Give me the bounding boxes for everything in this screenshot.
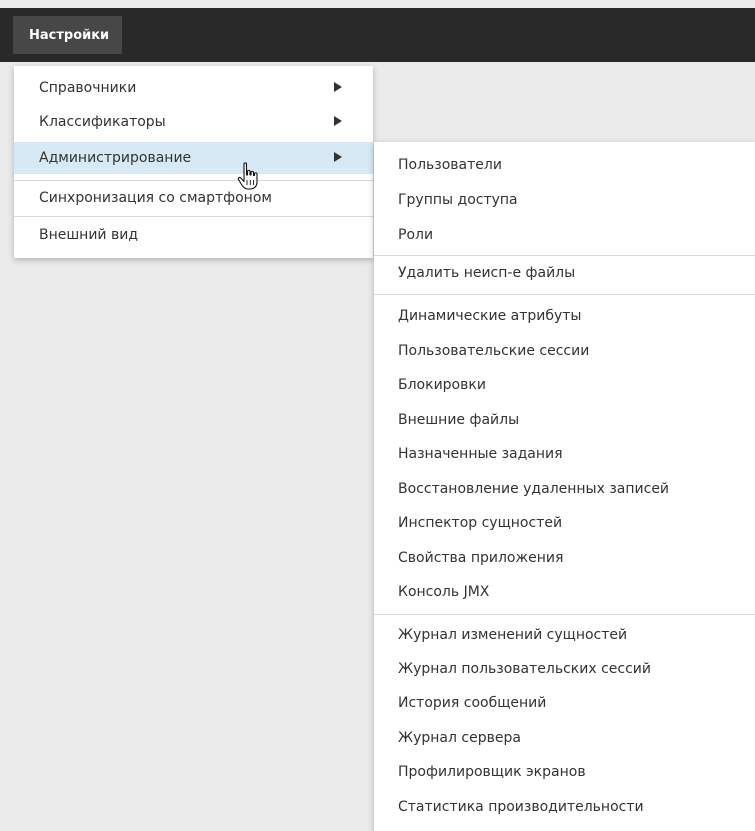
menubar-item-settings[interactable]: Настройки bbox=[13, 16, 123, 54]
menu-separator bbox=[374, 614, 755, 615]
settings-dropdown-menu: Справочники Классификаторы Администриров… bbox=[14, 66, 373, 258]
top-menubar: Настройки bbox=[0, 8, 755, 62]
menu-item-label: Справочники bbox=[39, 80, 137, 96]
submenu-item-message-history[interactable]: История сообщений bbox=[374, 688, 755, 718]
submenu-item-locks[interactable]: Блокировки bbox=[374, 370, 755, 400]
menu-item-smartphone-sync[interactable]: Синхронизация со смартфоном bbox=[14, 182, 373, 214]
submenu-item-label: Роли bbox=[398, 227, 434, 243]
menu-separator bbox=[14, 216, 373, 217]
menu-item-label: Классификаторы bbox=[39, 114, 166, 130]
menu-separator bbox=[14, 180, 373, 181]
submenu-item-label: Свойства приложения bbox=[398, 550, 564, 566]
submenu-item-label: Блокировки bbox=[398, 377, 486, 393]
submenu-item-label: Назначенные задания bbox=[398, 446, 563, 462]
submenu-item-label: Внешние файлы bbox=[398, 412, 520, 428]
submenu-item-label: Удалить неисп-е файлы bbox=[398, 265, 576, 281]
menu-item-label: Внешний вид bbox=[39, 227, 139, 243]
menu-separator bbox=[374, 255, 755, 256]
menu-item-label: Администрирование bbox=[39, 150, 192, 166]
submenu-item-user-session-log[interactable]: Журнал пользовательских сессий bbox=[374, 654, 755, 684]
submenu-item-label: Пользователи bbox=[398, 157, 502, 173]
menu-item-label: Синхронизация со смартфоном bbox=[39, 190, 272, 206]
submenu-item-entity-inspector[interactable]: Инспектор сущностей bbox=[374, 508, 755, 538]
submenu-item-label: Динамические атрибуты bbox=[398, 308, 582, 324]
submenu-item-application-properties[interactable]: Свойства приложения bbox=[374, 543, 755, 573]
submenu-item-access-groups[interactable]: Группы доступа bbox=[374, 185, 755, 215]
submenu-item-dynamic-attributes[interactable]: Динамические атрибуты bbox=[374, 301, 755, 331]
submenu-arrow-icon bbox=[334, 82, 342, 92]
submenu-item-label: Профилировщик экранов bbox=[398, 764, 586, 780]
submenu-item-entity-change-log[interactable]: Журнал изменений сущностей bbox=[374, 620, 755, 650]
submenu-item-performance-statistics[interactable]: Статистика производительности bbox=[374, 792, 755, 822]
submenu-arrow-icon bbox=[334, 116, 342, 126]
submenu-item-label: Журнал изменений сущностей bbox=[398, 627, 628, 643]
menubar-item-settings-label: Настройки bbox=[29, 27, 110, 43]
submenu-item-restore-deleted-records[interactable]: Восстановление удаленных записей bbox=[374, 474, 755, 504]
submenu-item-label: Консоль JMX bbox=[398, 584, 490, 600]
submenu-item-label: Журнал пользовательских сессий bbox=[398, 661, 651, 677]
menu-item-administration[interactable]: Администрирование bbox=[14, 142, 373, 174]
submenu-item-label: Группы доступа bbox=[398, 192, 518, 208]
submenu-item-label: Журнал сервера bbox=[398, 730, 521, 746]
submenu-item-server-log[interactable]: Журнал сервера bbox=[374, 723, 755, 753]
submenu-item-delete-unused-files[interactable]: Удалить неисп-е файлы bbox=[374, 258, 755, 288]
menu-separator bbox=[374, 294, 755, 295]
submenu-item-external-files[interactable]: Внешние файлы bbox=[374, 405, 755, 435]
submenu-item-label: Статистика производительности bbox=[398, 799, 644, 815]
submenu-item-jmx-console[interactable]: Консоль JMX bbox=[374, 577, 755, 607]
submenu-item-scheduled-tasks[interactable]: Назначенные задания bbox=[374, 439, 755, 469]
submenu-item-users[interactable]: Пользователи bbox=[374, 150, 755, 180]
menu-item-appearance[interactable]: Внешний вид bbox=[14, 219, 373, 251]
menu-item-classifiers[interactable]: Классификаторы bbox=[14, 106, 373, 138]
submenu-item-roles[interactable]: Роли bbox=[374, 220, 755, 250]
administration-submenu: Пользователи Группы доступа Роли Удалить… bbox=[374, 142, 755, 831]
submenu-item-label: Инспектор сущностей bbox=[398, 515, 563, 531]
submenu-item-label: Пользовательские сессии bbox=[398, 343, 590, 359]
submenu-item-screen-profiler[interactable]: Профилировщик экранов bbox=[374, 757, 755, 787]
submenu-item-label: Восстановление удаленных записей bbox=[398, 481, 670, 497]
submenu-item-label: История сообщений bbox=[398, 695, 547, 711]
submenu-arrow-icon bbox=[334, 152, 342, 162]
menu-item-reference-books[interactable]: Справочники bbox=[14, 72, 373, 104]
submenu-item-user-sessions[interactable]: Пользовательские сессии bbox=[374, 336, 755, 366]
